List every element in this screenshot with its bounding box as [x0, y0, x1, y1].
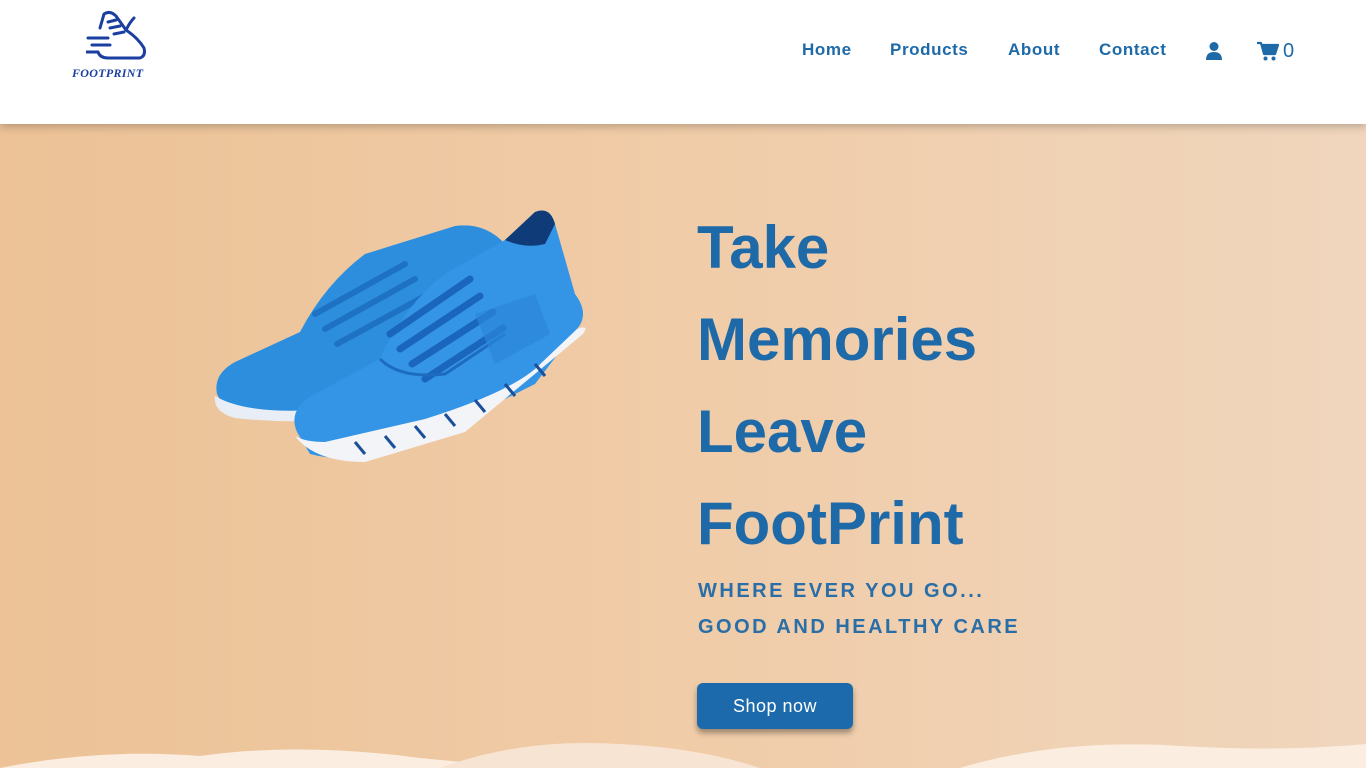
cart-count: 0: [1283, 40, 1295, 62]
headline-line-4: FootPrint: [697, 490, 964, 557]
user-icon[interactable]: [1206, 41, 1222, 66]
headline-line-2: Memories: [697, 306, 978, 373]
shop-now-button[interactable]: Shop now: [697, 683, 853, 729]
nav-home[interactable]: Home: [802, 40, 852, 60]
headline-line-3: Leave: [697, 398, 868, 465]
hero-shoe-image: [205, 204, 595, 474]
shopping-cart-icon[interactable]: [1257, 41, 1280, 66]
navbar: FOOTPRINT Home Products About Contact 0: [0, 0, 1366, 124]
brand-name: FOOTPRINT: [72, 66, 144, 80]
nav-products[interactable]: Products: [890, 40, 968, 60]
nav-about[interactable]: About: [1008, 40, 1060, 60]
decorative-waves: [0, 743, 1366, 768]
hero-tagline-2: GOOD AND HEALTHY CARE: [698, 616, 1021, 638]
hero-section: Take Memories Leave FootPrint WHERE EVER…: [0, 124, 1366, 768]
hero-headline: Take Memories Leave FootPrint: [697, 202, 977, 570]
nav-contact[interactable]: Contact: [1099, 40, 1166, 60]
headline-line-1: Take: [697, 214, 830, 281]
main-nav: Home Products About Contact 0: [0, 40, 1366, 64]
hero-tagline-1: WHERE EVER YOU GO...: [698, 580, 985, 602]
